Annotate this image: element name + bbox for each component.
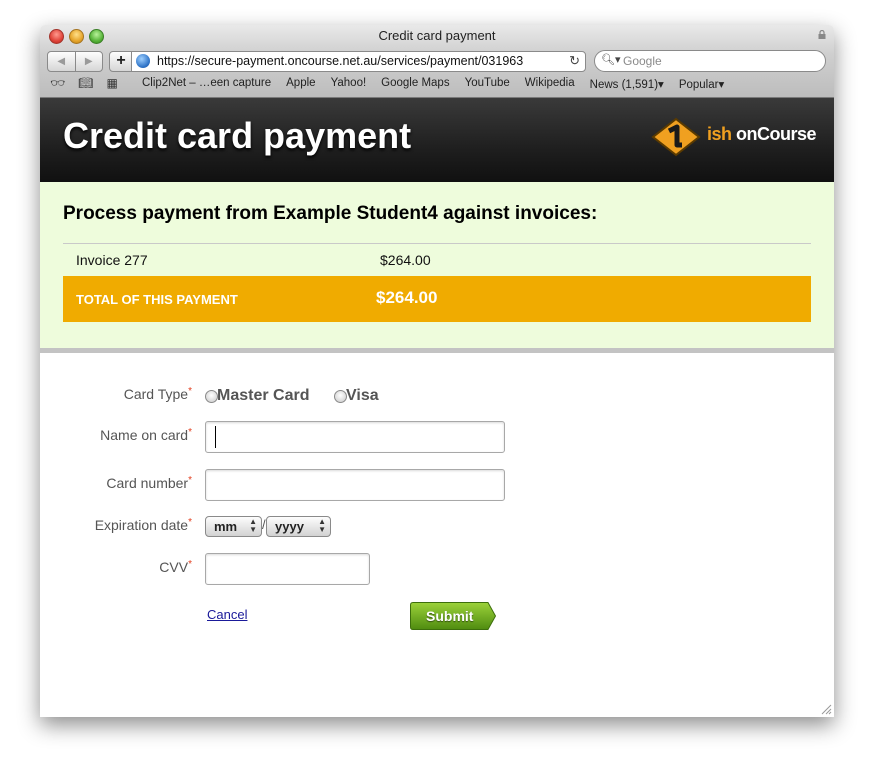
address-bar[interactable]: https://secure-payment.oncourse.net.au/s… (131, 51, 586, 72)
bookmark-apple[interactable]: Apple (286, 77, 315, 91)
open-book-icon[interactable]: 📖︎ (78, 76, 93, 90)
logo-text: ish onCourse (707, 124, 817, 144)
card-number-input[interactable] (205, 469, 505, 501)
total-amount: $264.00 (376, 288, 438, 307)
cvv-label: CVV* (159, 559, 192, 575)
plus-icon: + (116, 52, 126, 69)
reload-icon[interactable]: ↻ (569, 53, 580, 69)
forward-button[interactable]: ▶ (74, 52, 103, 71)
back-button[interactable]: ◀ (48, 52, 75, 71)
bookmark-clip2net[interactable]: Clip2Net – …een capture (142, 77, 271, 91)
section-separator (40, 348, 834, 353)
name-on-card-input[interactable] (205, 421, 505, 453)
search-icon: 🔍︎▾ (601, 54, 621, 66)
add-bookmark-button[interactable]: + (109, 51, 133, 72)
select-arrows-icon: ▲ ▼ (318, 517, 326, 534)
window-title: Credit card payment (378, 28, 496, 43)
select-arrows-icon: ▲ ▼ (249, 517, 257, 534)
reading-glasses-icon[interactable]: 👓︎ (50, 76, 65, 90)
bookmarks-bar: Clip2Net – …een capture Apple Yahoo! Goo… (142, 77, 724, 91)
url-text: https://secure-payment.oncourse.net.au/s… (157, 54, 524, 68)
cancel-link[interactable]: Cancel (207, 607, 247, 622)
total-bar: TOTAL OF THIS PAYMENT $264.00 (63, 276, 811, 322)
text-caret (215, 426, 216, 448)
cvv-input[interactable] (205, 553, 370, 585)
card-type-label: Card Type* (123, 386, 192, 402)
invoice-amount: $264.00 (380, 252, 431, 268)
back-arrow-icon: ◀ (57, 56, 66, 67)
bookmark-google-maps[interactable]: Google Maps (381, 77, 449, 91)
name-on-card-label: Name on card* (100, 427, 192, 443)
ish-oncourse-logo: ish onCourse (651, 117, 817, 157)
grid-icon[interactable]: ▦ (106, 76, 117, 90)
expiry-month-select[interactable]: mm ▲ ▼ (205, 516, 262, 537)
total-label: TOTAL OF THIS PAYMENT (76, 292, 238, 307)
forward-arrow-icon: ▶ (84, 56, 93, 67)
browser-window: Credit card payment ◀ ▶ + https://secure… (40, 25, 834, 717)
page-title: Credit card payment (63, 115, 412, 156)
title-bar: Credit card payment ◀ ▶ + https://secure… (40, 25, 834, 98)
search-placeholder: Google (623, 54, 662, 68)
bookmark-yahoo[interactable]: Yahoo! (331, 77, 367, 91)
globe-icon (136, 54, 150, 68)
page-header: Credit card payment ish onCourse (40, 98, 834, 182)
submit-button[interactable]: Submit (410, 602, 497, 630)
bookmark-wikipedia[interactable]: Wikipedia (525, 77, 575, 91)
resize-grip-icon[interactable] (821, 704, 832, 715)
bookmark-popular[interactable]: Popular▾ (679, 77, 724, 91)
invoice-panel: Process payment from Example Student4 ag… (40, 182, 834, 348)
back-forward-buttons: ◀ ▶ (47, 51, 103, 72)
logo-diamond-icon (651, 117, 701, 157)
search-field[interactable]: 🔍︎▾ Google (594, 50, 826, 72)
lock-icon (818, 30, 826, 39)
invoice-label: Invoice 277 (76, 252, 148, 268)
mastercard-label[interactable]: Master Card (217, 387, 309, 405)
bookmark-news[interactable]: News (1,591)▾ (590, 77, 664, 91)
card-number-label: Card number* (106, 475, 192, 491)
expiry-year-select[interactable]: yyyy ▲ ▼ (266, 516, 331, 537)
process-heading: Process payment from Example Student4 ag… (63, 203, 598, 224)
divider (63, 243, 811, 244)
bookmark-youtube[interactable]: YouTube (465, 77, 510, 91)
visa-label[interactable]: Visa (346, 387, 379, 405)
bookmark-tool-icons: 👓︎ 📖︎ ▦ (50, 76, 118, 90)
expiration-date-label: Expiration date* (94, 517, 192, 533)
